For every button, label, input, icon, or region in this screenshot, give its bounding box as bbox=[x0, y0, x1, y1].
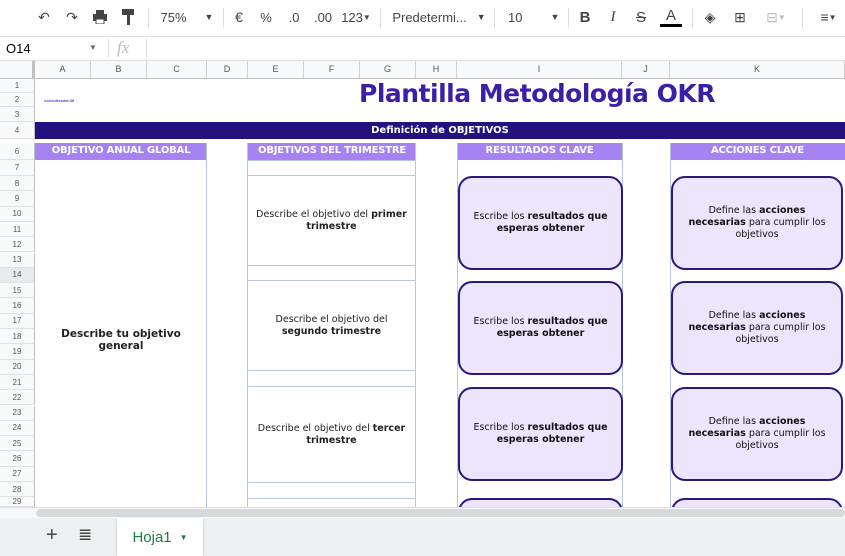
quarter-objective-1[interactable]: Describe el objetivo del primer trimestr… bbox=[247, 175, 416, 266]
formula-input[interactable] bbox=[155, 41, 835, 57]
row-header-29[interactable]: 29 bbox=[0, 497, 35, 507]
fx-icon: fx bbox=[117, 38, 130, 57]
percent-button[interactable]: % bbox=[257, 0, 275, 34]
fill-color-icon[interactable]: ◈ bbox=[700, 0, 720, 34]
zoom-value: 75% bbox=[160, 9, 187, 25]
increase-decimal-button[interactable]: .00 bbox=[311, 0, 335, 34]
column-header-C[interactable]: C bbox=[147, 61, 207, 79]
print-icon[interactable] bbox=[90, 0, 110, 34]
row-header-4[interactable]: 4 bbox=[0, 122, 35, 139]
row-header-17[interactable]: 17 bbox=[0, 313, 35, 329]
decrease-decimal-button[interactable]: .0 bbox=[283, 0, 305, 34]
column-header-H[interactable]: H bbox=[416, 61, 457, 79]
row-header-23[interactable]: 23 bbox=[0, 405, 35, 421]
sheet-tab-bar: + ≣ Hoja1 ▼ bbox=[0, 518, 845, 556]
row-header-6[interactable]: 6 bbox=[0, 143, 35, 160]
font-value: Predetermi... bbox=[392, 9, 467, 25]
align-icon[interactable]: ≡ ▼ bbox=[812, 0, 845, 34]
key-result-box-2[interactable]: Escribe los resultados que esperas obten… bbox=[458, 281, 623, 375]
merge-icon[interactable]: ⊟ ▼ bbox=[758, 0, 794, 34]
sheet-grid[interactable]: consultsama:38 Plantilla Metodología OKR… bbox=[35, 79, 845, 507]
header-annual-objective: OBJETIVO ANUAL GLOBAL bbox=[35, 143, 207, 160]
sheet-tab-hoja1[interactable]: Hoja1 ▼ bbox=[117, 518, 203, 556]
key-result-box-4[interactable] bbox=[458, 498, 623, 507]
key-action-box-1[interactable]: Define las acciones necesarias para cump… bbox=[671, 176, 843, 270]
row-header-14[interactable]: 14 bbox=[0, 267, 35, 284]
row-header-16[interactable]: 16 bbox=[0, 298, 35, 314]
italic-button[interactable]: I bbox=[604, 0, 622, 34]
row-header-3[interactable]: 3 bbox=[0, 107, 35, 122]
annual-objective-cell[interactable]: Describe tu objetivo general bbox=[35, 160, 207, 507]
key-result-box-3[interactable]: Escribe los resultados que esperas obten… bbox=[458, 387, 623, 481]
row-header-10[interactable]: 10 bbox=[0, 206, 35, 222]
quarter-objective-2[interactable]: Describe el objetivo del segundo trimest… bbox=[247, 280, 416, 371]
more-formats-label: 123 bbox=[341, 9, 363, 25]
font-size-value: 10 bbox=[508, 9, 523, 25]
paint-format-icon[interactable] bbox=[118, 0, 138, 34]
horizontal-scrollbar-track bbox=[0, 507, 845, 518]
row-header-13[interactable]: 13 bbox=[0, 252, 35, 268]
formula-bar: O14 ▼ fx bbox=[0, 36, 845, 61]
row-header-7[interactable]: 7 bbox=[0, 160, 35, 176]
column-header-D[interactable]: D bbox=[207, 61, 248, 79]
undo-icon[interactable]: ↶ bbox=[34, 0, 54, 34]
column-header-A[interactable]: A bbox=[35, 61, 91, 79]
currency-button[interactable]: € bbox=[230, 0, 248, 34]
borders-icon[interactable]: ⊞ bbox=[730, 0, 750, 34]
row-header-27[interactable]: 27 bbox=[0, 466, 35, 482]
logo: consultsama:38 bbox=[44, 98, 75, 103]
toolbar: ↶ ↷ 75% ▼ € % .0 .00 123 ▼ Predetermi... ▼ … bbox=[0, 0, 845, 36]
cell-reference[interactable]: O14 bbox=[6, 41, 31, 56]
row-header-2[interactable]: 2 bbox=[0, 93, 35, 107]
font-select[interactable]: Predetermi... ▼ bbox=[390, 0, 488, 34]
quarter-objective-3[interactable]: Describe el objetivo del tercer trimestr… bbox=[247, 386, 416, 483]
column-header-E[interactable]: E bbox=[248, 61, 304, 79]
row-header-28[interactable]: 28 bbox=[0, 482, 35, 498]
row-header-18[interactable]: 18 bbox=[0, 329, 35, 345]
row-header-26[interactable]: 26 bbox=[0, 451, 35, 467]
key-result-box-1[interactable]: Escribe los resultados que esperas obten… bbox=[458, 176, 623, 270]
row-header-19[interactable]: 19 bbox=[0, 344, 35, 360]
row-header-22[interactable]: 22 bbox=[0, 390, 35, 406]
section-header: Definición de OBJETIVOS bbox=[35, 122, 845, 139]
chevron-down-icon[interactable]: ▼ bbox=[89, 43, 97, 52]
zoom-select[interactable]: 75% ▼ bbox=[156, 0, 218, 34]
horizontal-scrollbar-thumb[interactable] bbox=[36, 509, 845, 517]
text-color-label: A bbox=[665, 7, 676, 24]
page-title: Plantilla Metodología OKR bbox=[359, 79, 715, 108]
row-header-15[interactable]: 15 bbox=[0, 283, 35, 299]
key-action-box-3[interactable]: Define las acciones necesarias para cump… bbox=[671, 387, 843, 481]
header-key-actions: ACCIONES CLAVE bbox=[670, 143, 845, 160]
text-color-button[interactable]: A bbox=[660, 0, 682, 34]
sheet-tab-label: Hoja1 bbox=[132, 528, 172, 546]
column-header-B[interactable]: B bbox=[91, 61, 147, 79]
column-header-G[interactable]: G bbox=[360, 61, 416, 79]
row-header-12[interactable]: 12 bbox=[0, 237, 35, 253]
row-header-20[interactable]: 20 bbox=[0, 359, 35, 375]
column-header-F[interactable]: F bbox=[304, 61, 360, 79]
select-all-corner[interactable] bbox=[0, 61, 35, 79]
column-header-J[interactable]: J bbox=[622, 61, 670, 79]
header-quarter-objectives: OBJETIVOS DEL TRIMESTRE bbox=[248, 143, 416, 160]
redo-icon[interactable]: ↷ bbox=[62, 0, 82, 34]
all-sheets-button[interactable]: ≣ bbox=[78, 525, 92, 545]
row-header-1[interactable]: 1 bbox=[0, 79, 35, 93]
column-header-K[interactable]: K bbox=[670, 61, 845, 79]
chevron-down-icon[interactable]: ▼ bbox=[180, 533, 188, 542]
font-size-select[interactable]: 10 ▼ bbox=[502, 0, 562, 34]
column-header-I[interactable]: I bbox=[457, 61, 622, 79]
row-header-11[interactable]: 11 bbox=[0, 221, 35, 238]
row-header-25[interactable]: 25 bbox=[0, 436, 35, 452]
header-key-results: RESULTADOS CLAVE bbox=[457, 143, 622, 160]
row-header-21[interactable]: 21 bbox=[0, 374, 35, 391]
key-action-box-2[interactable]: Define las acciones necesarias para cump… bbox=[671, 281, 843, 375]
row-header-8[interactable]: 8 bbox=[0, 176, 35, 192]
add-sheet-button[interactable]: + bbox=[46, 524, 58, 547]
key-action-box-4[interactable] bbox=[671, 498, 843, 507]
row-header-9[interactable]: 9 bbox=[0, 191, 35, 207]
row-header-24[interactable]: 24 bbox=[0, 420, 35, 437]
more-formats-button[interactable]: 123 ▼ bbox=[340, 0, 372, 34]
strikethrough-button[interactable]: S bbox=[632, 0, 650, 34]
bold-button[interactable]: B bbox=[576, 0, 594, 34]
